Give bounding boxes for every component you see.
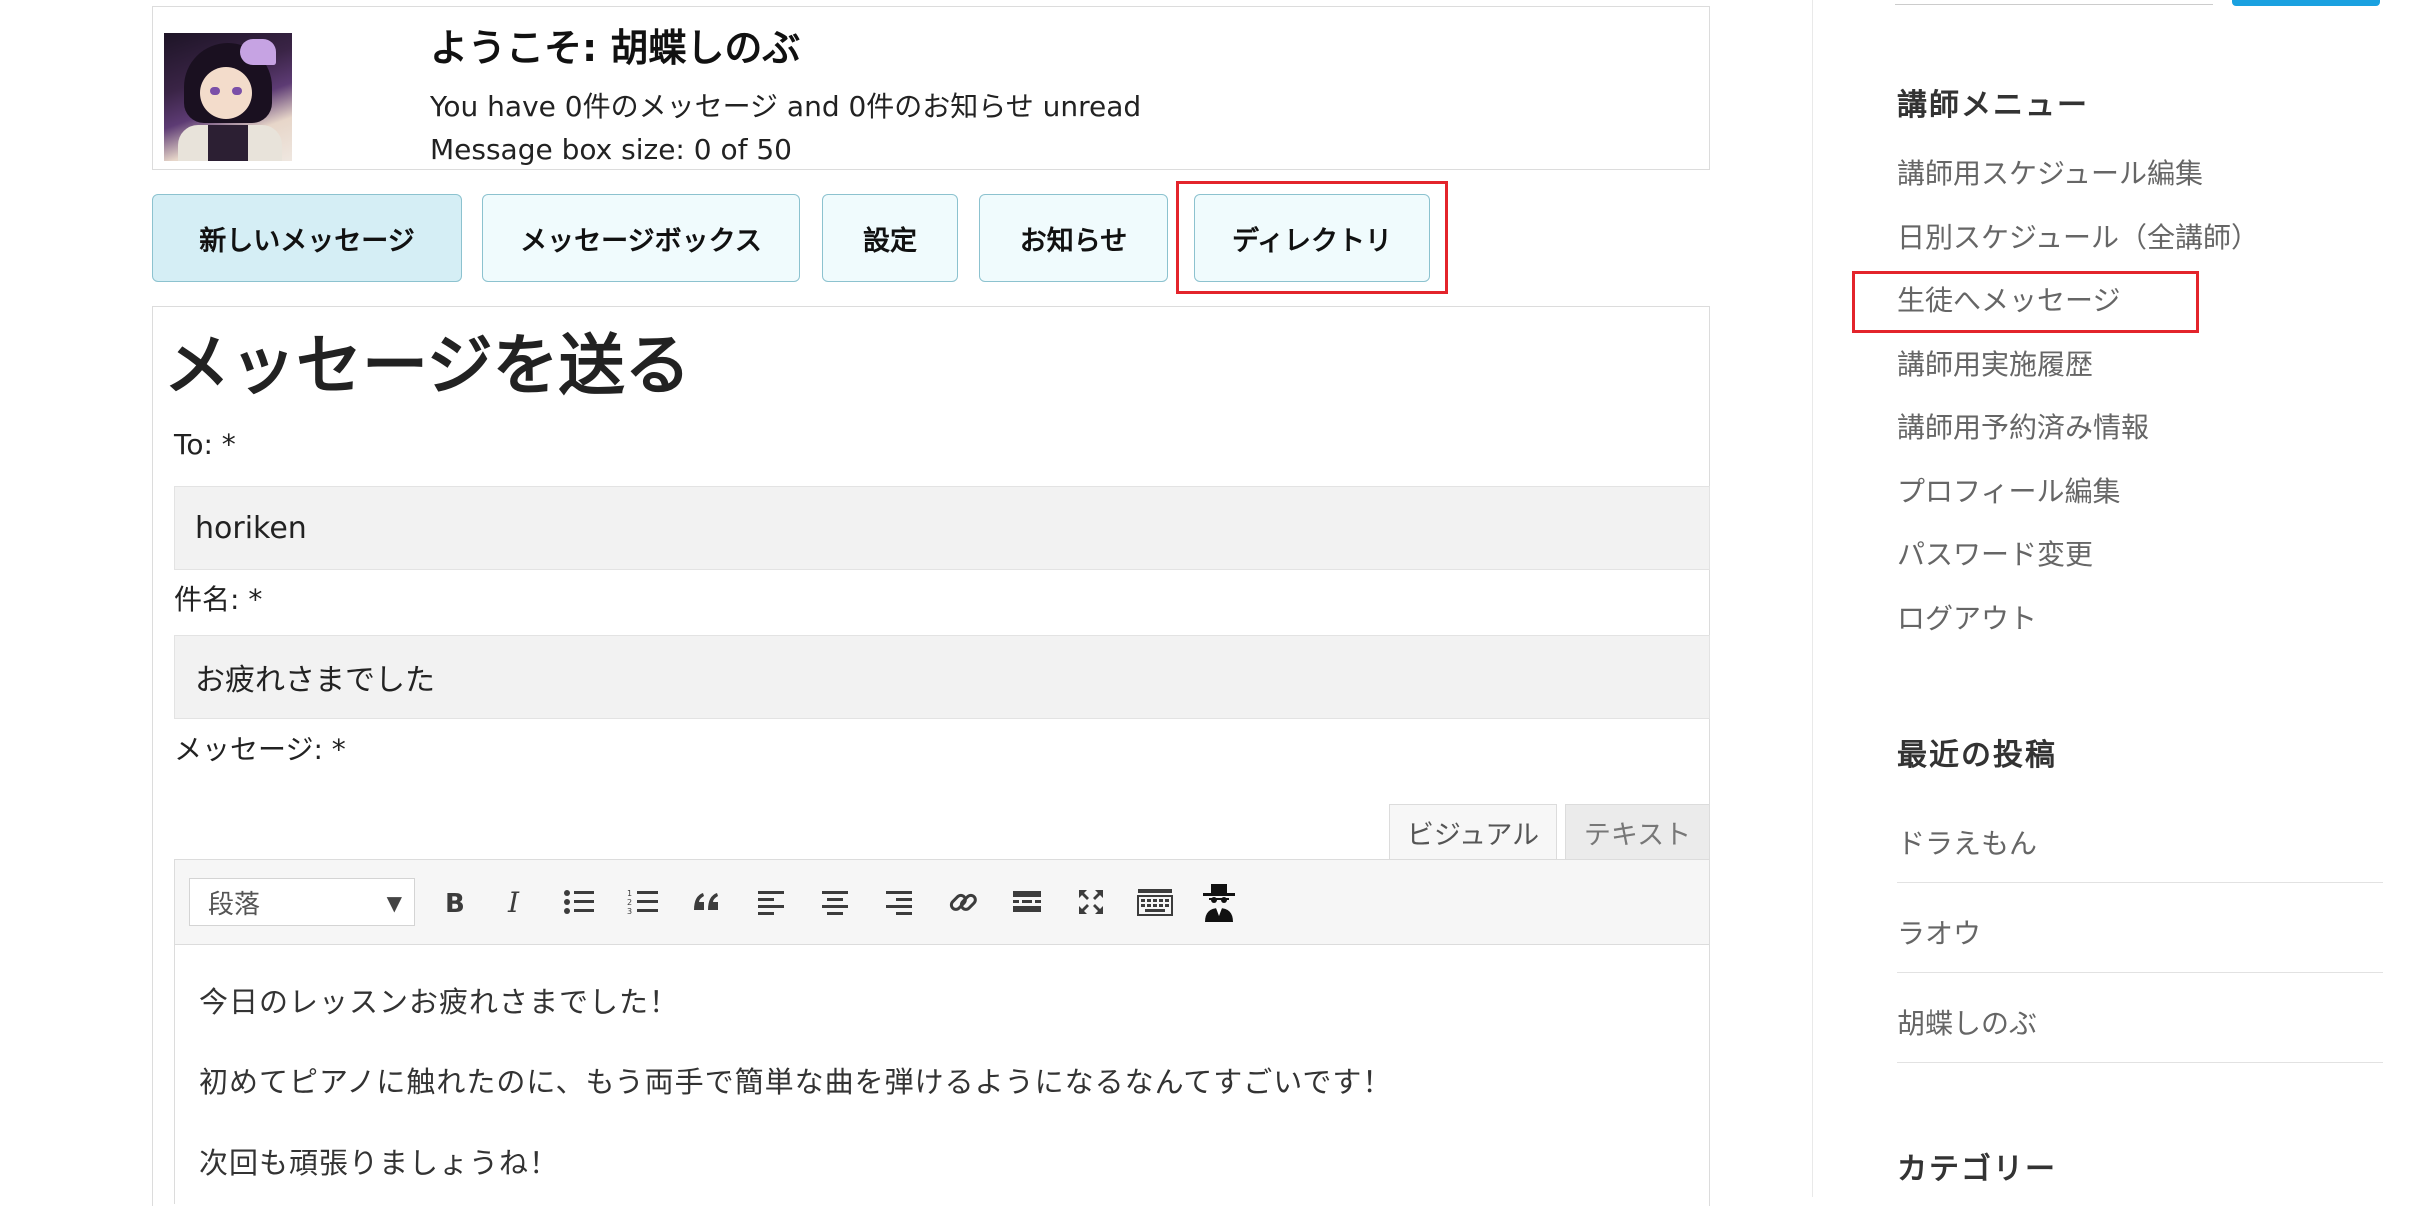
italic-icon[interactable]: I xyxy=(493,880,537,924)
svg-text:2: 2 xyxy=(627,898,632,907)
tab-visual[interactable]: ビジュアル xyxy=(1389,804,1557,860)
align-center-icon[interactable] xyxy=(813,880,857,924)
to-label: To: * xyxy=(174,428,236,461)
subject-input[interactable]: お疲れさまでした xyxy=(174,635,1710,719)
svg-text:1: 1 xyxy=(627,889,632,898)
link-icon[interactable] xyxy=(941,880,985,924)
dropdown-arrow-icon: ▼ xyxy=(386,891,402,915)
sidebar-item-password-change[interactable]: パスワード変更 xyxy=(1897,533,2093,573)
read-more-icon[interactable] xyxy=(1005,880,1049,924)
message-line-3: 次回も頑張りましょうね！ xyxy=(199,1146,560,1180)
sidebar-item-profile-edit[interactable]: プロフィール編集 xyxy=(1897,470,2120,510)
align-left-icon[interactable] xyxy=(749,880,793,924)
subject-label: 件名: * xyxy=(174,583,263,616)
category-heading: カテゴリー xyxy=(1897,1152,2057,1187)
search-button[interactable] xyxy=(2232,0,2380,6)
editor-toolbar: 段落 ▼ B I 123 xyxy=(174,859,1710,945)
align-right-icon[interactable] xyxy=(877,880,921,924)
fullscreen-icon[interactable] xyxy=(1069,880,1113,924)
sidebar-item-history[interactable]: 講師用実施履歴 xyxy=(1897,343,2093,383)
message-label: メッセージ: * xyxy=(174,733,346,766)
search-input[interactable] xyxy=(1895,0,2213,5)
spy-icon[interactable] xyxy=(1197,880,1241,924)
sidebar-item-reservations[interactable]: 講師用予約済み情報 xyxy=(1897,406,2149,446)
post-divider xyxy=(1897,972,2383,973)
new-message-button[interactable]: 新しいメッセージ xyxy=(152,194,462,282)
numbered-list-icon[interactable]: 123 xyxy=(621,880,665,924)
svg-text:3: 3 xyxy=(627,907,632,916)
svg-text:I: I xyxy=(507,887,520,917)
message-line-2: 初めてピアノに触れたのに、もう両手で簡単な曲を弾けるようになるなんてすごいです！ xyxy=(199,1065,1393,1099)
post-divider xyxy=(1897,1062,2383,1063)
sidebar-item-logout[interactable]: ログアウト xyxy=(1897,597,2037,637)
recent-post-link[interactable]: ドラえもん xyxy=(1897,822,2037,862)
welcome-title: ようこそ: 胡蝶しのぶ xyxy=(430,26,801,70)
sidebar-item-daily-schedule[interactable]: 日別スケジュール（全講師） xyxy=(1897,216,2259,256)
page-title: メッセージを送る xyxy=(164,327,691,404)
bullet-list-icon[interactable] xyxy=(557,880,601,924)
svg-text:B: B xyxy=(445,889,465,917)
bold-icon[interactable]: B xyxy=(431,880,475,924)
instructor-menu-heading: 講師メニュー xyxy=(1897,88,2089,123)
format-select[interactable]: 段落 ▼ xyxy=(189,878,415,926)
to-input[interactable]: horiken xyxy=(174,486,1710,570)
directory-button[interactable]: ディレクトリ xyxy=(1194,194,1430,282)
recent-post-link[interactable]: ラオウ xyxy=(1897,912,1981,952)
post-divider xyxy=(1897,882,2383,883)
avatar xyxy=(164,33,292,161)
message-line-1: 今日のレッスンお疲れさまでした！ xyxy=(199,985,680,1019)
keyboard-icon[interactable] xyxy=(1133,880,1177,924)
unread-summary: You have 0件のメッセージ and 0件のお知らせ unread xyxy=(430,90,1142,123)
recent-post-link[interactable]: 胡蝶しのぶ xyxy=(1897,1002,2037,1042)
profile-header: ようこそ: 胡蝶しのぶ You have 0件のメッセージ and 0件のお知ら… xyxy=(152,6,1710,170)
sidebar-item-message-students[interactable]: 生徒へメッセージ xyxy=(1897,279,2120,319)
message-box-size: Message box size: 0 of 50 xyxy=(430,133,792,166)
sidebar-divider xyxy=(1812,0,1813,1197)
tab-text[interactable]: テキスト xyxy=(1565,804,1710,860)
blockquote-icon[interactable] xyxy=(685,880,729,924)
message-box-button[interactable]: メッセージボックス xyxy=(482,194,800,282)
sidebar-item-schedule-edit[interactable]: 講師用スケジュール編集 xyxy=(1897,152,2203,192)
settings-button[interactable]: 設定 xyxy=(822,194,958,282)
message-editor[interactable]: 今日のレッスンお疲れさまでした！ 初めてピアノに触れたのに、もう両手で簡単な曲を… xyxy=(174,944,1710,1204)
format-select-value: 段落 xyxy=(208,889,261,920)
recent-posts-heading: 最近の投稿 xyxy=(1897,738,2057,773)
notices-button[interactable]: お知らせ xyxy=(979,194,1168,282)
